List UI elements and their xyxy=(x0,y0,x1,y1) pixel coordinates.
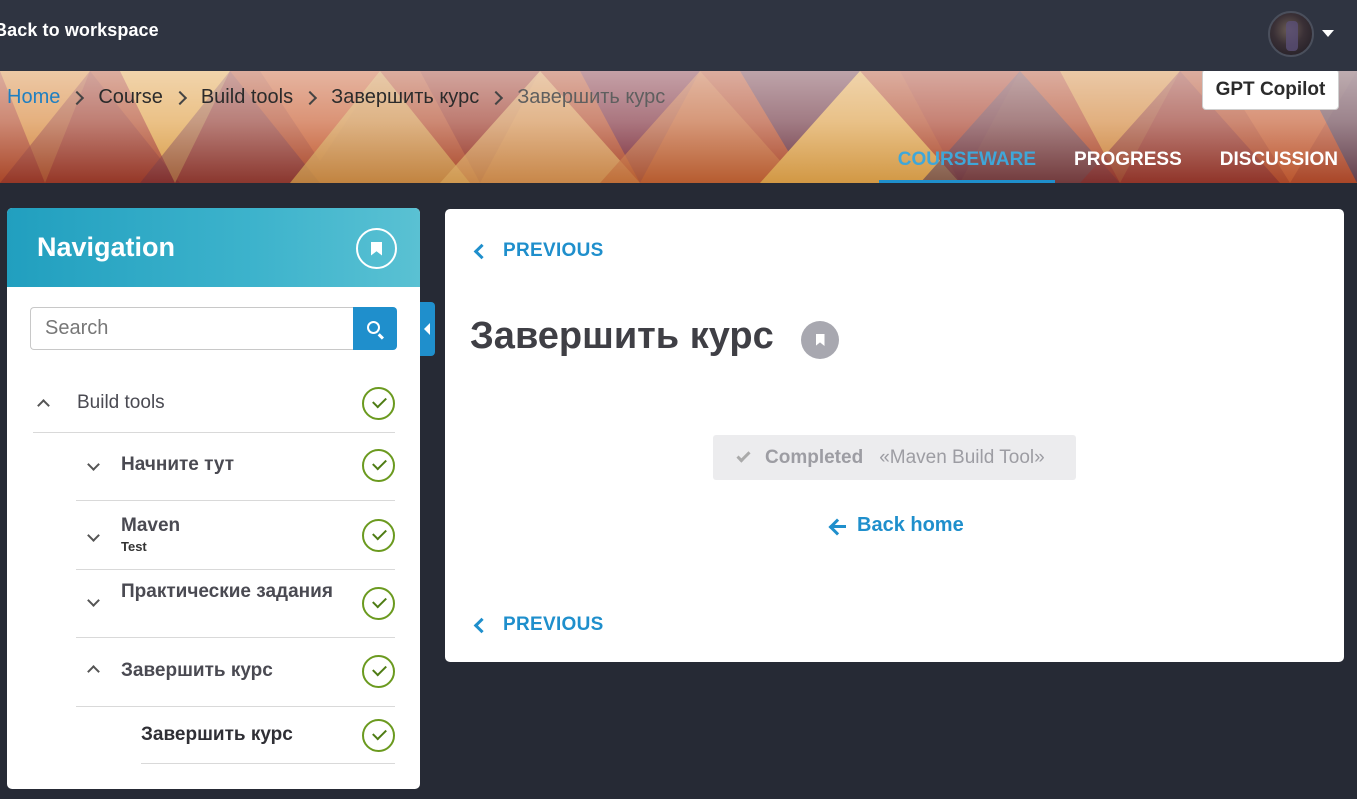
chevron-down-icon[interactable] xyxy=(1322,30,1334,37)
divider xyxy=(76,637,395,638)
check-circle-icon xyxy=(362,387,395,420)
tab-progress[interactable]: PROGRESS xyxy=(1055,141,1201,183)
check-circle-icon xyxy=(362,719,395,752)
chevron-left-icon xyxy=(473,617,490,633)
unit-content: PREVIOUS Завершить курс Completed «Maven… xyxy=(445,209,1344,662)
search-button[interactable] xyxy=(353,307,397,350)
chevron-right-icon xyxy=(303,90,318,105)
back-home-link[interactable]: Back home xyxy=(829,514,964,537)
check-circle-icon xyxy=(362,587,395,620)
previous-label: PREVIOUS xyxy=(503,614,604,635)
top-bar: Back to workspace xyxy=(0,0,1357,71)
breadcrumb: Home Course Build tools Завершить курс З… xyxy=(7,86,665,109)
divider xyxy=(141,763,395,764)
breadcrumb-section[interactable]: Build tools xyxy=(201,86,293,109)
chevron-up-icon xyxy=(37,399,50,412)
nav-subsection-start[interactable]: Начните тут xyxy=(7,447,420,487)
tab-courseware[interactable]: COURSEWARE xyxy=(878,141,1056,183)
nav-item-label: Maven xyxy=(121,515,181,536)
nav-section-build-tools[interactable]: Build tools xyxy=(7,384,420,424)
chevron-down-icon xyxy=(87,529,100,542)
nav-item-text: Maven Test xyxy=(121,515,180,554)
nav-item-label: Завершить курс xyxy=(141,724,293,745)
nav-item-label: Build tools xyxy=(77,392,165,413)
arrow-left-icon xyxy=(829,518,846,534)
previous-label: PREVIOUS xyxy=(503,240,604,261)
back-to-workspace-link[interactable]: Back to workspace xyxy=(0,20,159,41)
nav-item-label: Начните тут xyxy=(121,454,235,475)
completed-status: Completed «Maven Build Tool» xyxy=(713,435,1076,480)
chevron-right-icon xyxy=(489,90,504,105)
divider xyxy=(33,432,395,433)
completed-label: Completed xyxy=(765,446,864,468)
collapse-navigation-button[interactable] xyxy=(420,302,435,356)
nav-subsection-maven[interactable]: Maven Test xyxy=(7,513,420,563)
nav-subsection-finish[interactable]: Завершить курс xyxy=(7,652,420,692)
breadcrumb-current: Завершить курс xyxy=(517,86,666,108)
navigation-panel: Navigation Build tools Начните тут Maven… xyxy=(7,208,420,789)
back-home-label: Back home xyxy=(857,514,964,536)
avatar[interactable] xyxy=(1268,11,1314,57)
divider xyxy=(76,706,395,707)
chevron-right-icon xyxy=(70,90,85,105)
nav-item-sublabel: Test xyxy=(121,539,147,554)
previous-button-bottom[interactable]: PREVIOUS xyxy=(471,614,604,636)
search-icon xyxy=(367,320,381,334)
check-icon xyxy=(736,448,751,463)
navigation-search xyxy=(30,307,397,350)
course-banner: Home Course Build tools Завершить курс З… xyxy=(0,71,1357,183)
breadcrumb-subsection[interactable]: Завершить курс xyxy=(331,86,479,109)
check-circle-icon xyxy=(362,655,395,688)
bookmark-unit-button[interactable] xyxy=(801,321,839,359)
check-circle-icon xyxy=(362,519,395,552)
chevron-down-icon xyxy=(87,594,100,607)
navigation-title: Navigation xyxy=(37,232,176,262)
previous-button-top[interactable]: PREVIOUS xyxy=(471,240,604,262)
nav-item-label: Завершить курс xyxy=(121,660,273,681)
bookmark-icon xyxy=(371,241,382,256)
nav-item-label: Практические задания xyxy=(121,581,333,602)
chevron-down-icon xyxy=(87,458,100,471)
completed-course-name: «Maven Build Tool» xyxy=(879,446,1045,468)
tab-discussion[interactable]: DISCUSSION xyxy=(1201,141,1357,183)
bookmark-icon xyxy=(815,334,825,346)
divider xyxy=(76,500,395,501)
course-tabs: COURSEWARE PROGRESS DISCUSSION xyxy=(878,141,1357,183)
navigation-header: Navigation xyxy=(7,208,420,287)
unit-title: Завершить курс xyxy=(470,315,774,357)
search-input[interactable] xyxy=(30,307,354,350)
chevron-right-icon xyxy=(172,90,187,105)
chevron-left-icon xyxy=(473,243,490,259)
gpt-copilot-button[interactable]: GPT Copilot xyxy=(1202,71,1339,110)
check-circle-icon xyxy=(362,449,395,482)
nav-unit-finish[interactable]: Завершить курс xyxy=(7,716,420,756)
breadcrumb-course[interactable]: Course xyxy=(98,86,162,109)
nav-subsection-practice[interactable]: Практические задания xyxy=(7,580,420,630)
bookmarks-button[interactable] xyxy=(356,228,397,269)
chevron-up-icon xyxy=(87,665,100,678)
breadcrumb-home[interactable]: Home xyxy=(7,86,60,109)
divider xyxy=(76,569,395,570)
